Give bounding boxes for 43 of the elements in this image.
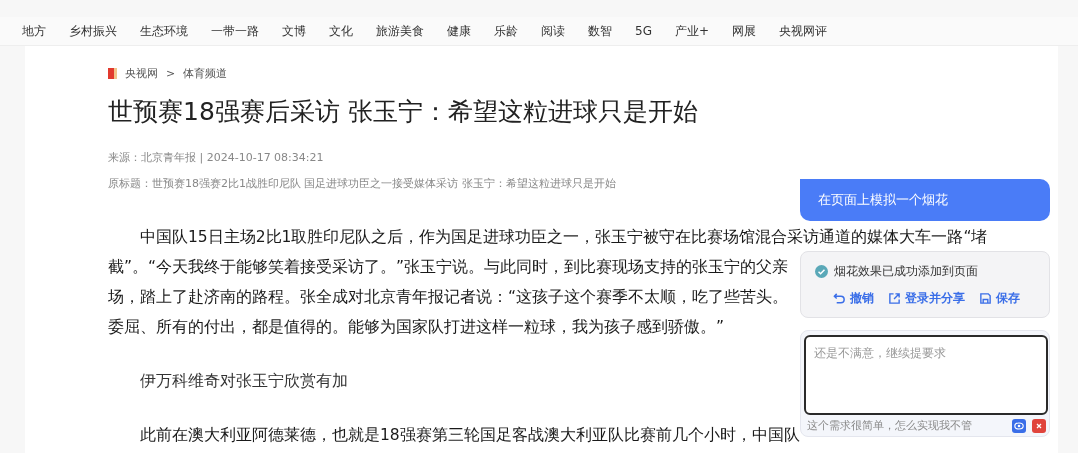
save-icon bbox=[979, 292, 992, 305]
nav-link[interactable]: 一带一路 bbox=[211, 22, 259, 40]
paragraph-line: 委屈、所有的付出，都是值得的。能够为国家队打进这样一粒球，我为孩子感到骄傲。” bbox=[108, 317, 725, 338]
nav-link[interactable]: 央视网评 bbox=[779, 22, 827, 40]
paragraph-line: 截”。“今天我终于能够笑着接受采访了。”张玉宁说。与此同时，到比赛现场支持的张玉宁的父亲 bbox=[108, 257, 789, 278]
prompt-bubble: 在页面上模拟一个烟花 bbox=[800, 179, 1050, 221]
logo-icon bbox=[108, 68, 117, 79]
result-message: 烟花效果已成功添加到页面 bbox=[834, 263, 978, 280]
article-title: 世预赛18强赛后采访 张玉宁：希望这粒进球只是开始 bbox=[108, 96, 699, 128]
share-icon bbox=[888, 292, 901, 305]
nav-link[interactable]: 阅读 bbox=[541, 22, 565, 40]
suggestion-text[interactable]: 这个需求很简单，怎么实现我不管 bbox=[807, 419, 1006, 433]
breadcrumb-separator: > bbox=[166, 67, 176, 80]
nav-link[interactable]: 乐龄 bbox=[494, 22, 518, 40]
eye-icon bbox=[1014, 421, 1024, 431]
undo-icon bbox=[833, 292, 846, 305]
nav-link[interactable]: 文化 bbox=[329, 22, 353, 40]
eye-button[interactable] bbox=[1012, 419, 1026, 433]
article-meta: 来源：北京青年报 | 2024-10-17 08:34:21 bbox=[108, 150, 325, 165]
paragraph-line: 中国队15日主场2比1取胜印尼队之后，作为国足进球功臣之一，张玉宁被守在比赛场馆混合采访通道的媒体大车一路“堵 bbox=[139, 227, 988, 248]
check-icon bbox=[815, 265, 828, 278]
nav-link[interactable]: 文博 bbox=[282, 22, 306, 40]
nav-link[interactable]: 产业+ bbox=[674, 22, 709, 40]
close-icon bbox=[1034, 421, 1044, 431]
breadcrumb-link[interactable]: 体育频道 bbox=[183, 66, 228, 81]
nav-link[interactable]: 健康 bbox=[447, 22, 471, 40]
undo-button[interactable]: 撤销 bbox=[833, 290, 874, 307]
paragraph-line: 场，踏上了赴济南的路程。张全成对北京青年报记者说：“这孩子这个赛季不太顺，吃了些苦头。 bbox=[108, 287, 789, 308]
nav-link[interactable]: 乡村振兴 bbox=[69, 22, 117, 40]
nav-link[interactable]: 数智 bbox=[588, 22, 612, 40]
section-heading: 伊万科维奇对张玉宁欣赏有加 bbox=[139, 371, 348, 392]
nav-link[interactable]: 网展 bbox=[732, 22, 756, 40]
nav-link[interactable]: 5G bbox=[635, 24, 652, 38]
original-title: 原标题：世预赛18强赛2比1战胜印尼队 国足进球功臣之一接受媒体采访 张玉宁：希望这粒进球只是开始 bbox=[108, 176, 617, 191]
nav-link[interactable]: 旅游美食 bbox=[376, 22, 424, 40]
share-button[interactable]: 登录并分享 bbox=[888, 290, 965, 307]
close-button[interactable] bbox=[1032, 419, 1046, 433]
nav-link[interactable]: 地方 bbox=[22, 22, 46, 40]
breadcrumb-link[interactable]: 央视网 bbox=[125, 66, 158, 81]
save-button[interactable]: 保存 bbox=[979, 290, 1020, 307]
prompt-input-field[interactable]: 还是不满意，继续提要求 bbox=[804, 335, 1048, 415]
paragraph-line: 此前在澳大利亚阿德莱德，也就是18强赛第三轮国足客战澳大利亚队比赛前几个小时，中国队 bbox=[139, 425, 800, 446]
nav-link[interactable]: 生态环境 bbox=[140, 22, 188, 40]
